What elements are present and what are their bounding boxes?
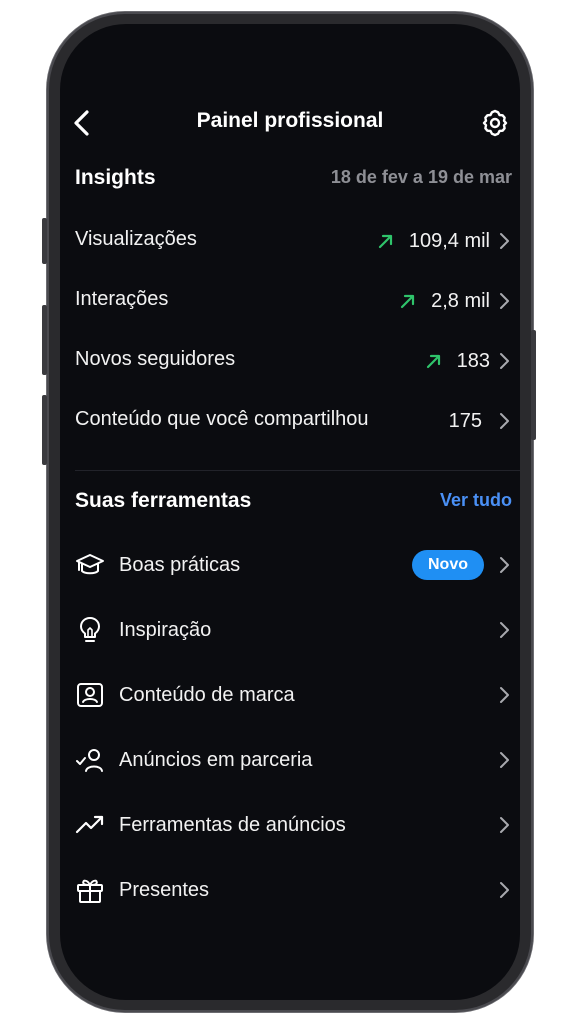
gift-icon	[77, 879, 103, 903]
insight-value: 2,8 mil	[431, 289, 490, 312]
insight-right: 2,8 mil	[399, 286, 512, 316]
chevron-right-icon	[500, 233, 509, 249]
trend-up-arrow-icon	[400, 294, 415, 309]
tool-item-ad-tools[interactable]: Ferramentas de anúncios	[75, 804, 512, 848]
partnership-icon	[76, 749, 103, 772]
graduation-cap-icon	[76, 554, 104, 575]
insight-value: 109,4 mil	[408, 229, 490, 252]
insights-header: Insights 18 de fev a 19 de mar	[75, 166, 512, 196]
tool-label: Inspiração	[119, 619, 212, 641]
insight-label: Visualizações	[75, 228, 197, 250]
tool-item-inspiration[interactable]: Inspiração	[75, 609, 512, 653]
page-title: Painel profissional	[196, 109, 384, 132]
insight-right: 175	[449, 406, 512, 436]
trend-up-arrow-icon	[426, 354, 440, 369]
chevron-right-icon	[500, 882, 509, 898]
tool-label: Ferramentas de anúncios	[119, 814, 346, 836]
chevron-right-icon	[500, 353, 509, 369]
chevron-right-icon	[500, 752, 509, 768]
app-screen: Painel profissional Insights 18 de fev a…	[60, 24, 520, 1000]
tool-right	[496, 680, 512, 710]
insight-row-shared-content[interactable]: Conteúdo que você compartilhou 175	[75, 400, 512, 440]
tool-label: Anúncios em parceria	[119, 749, 313, 771]
tool-right: Novo	[412, 550, 512, 580]
insight-label: Novos seguidores	[75, 348, 236, 370]
chevron-right-icon	[500, 687, 509, 703]
tools-title: Suas ferramentas	[75, 489, 252, 512]
chevron-right-icon	[500, 557, 509, 573]
trend-up-icon	[75, 815, 104, 834]
tool-label: Presentes	[119, 879, 210, 901]
chevron-right-icon	[500, 817, 509, 833]
chevron-right-icon	[500, 413, 509, 429]
phone-side-button-left-1	[42, 218, 47, 264]
tool-right	[496, 615, 512, 645]
insight-row-new-followers[interactable]: Novos seguidores 183	[75, 340, 512, 380]
gear-icon	[482, 109, 508, 137]
new-badge: Novo	[412, 550, 484, 580]
insight-value: 175	[448, 409, 482, 432]
insight-right: 183	[425, 346, 512, 376]
phone-side-button-right	[531, 330, 536, 440]
tool-right	[496, 810, 512, 840]
settings-button[interactable]	[480, 108, 510, 138]
tool-label: Boas práticas	[119, 554, 241, 576]
phone-side-button-left-2	[42, 305, 47, 375]
phone-side-button-left-3	[42, 395, 47, 465]
lightbulb-icon	[80, 617, 100, 642]
tools-header: Suas ferramentas Ver tudo	[75, 489, 512, 519]
section-divider	[75, 470, 520, 471]
insight-label: Conteúdo que você compartilhou	[75, 408, 369, 430]
see-all-link[interactable]: Ver tudo	[440, 490, 512, 511]
top-bar: Painel profissional	[60, 108, 520, 148]
insights-title: Insights	[75, 166, 156, 189]
insights-date-range: 18 de fev a 19 de mar	[330, 167, 512, 187]
tool-item-partnership-ads[interactable]: Anúncios em parceria	[75, 739, 512, 783]
insight-value: 183	[456, 349, 490, 372]
insight-right: 109,4 mil	[377, 226, 512, 256]
trend-up-arrow-icon	[378, 234, 392, 249]
tool-item-gifts[interactable]: Presentes	[75, 869, 512, 913]
chevron-right-icon	[500, 293, 509, 309]
insight-label: Interações	[75, 288, 169, 310]
insight-row-views[interactable]: Visualizações 109,4 mil	[75, 220, 512, 260]
tool-right	[496, 745, 512, 775]
tool-right	[496, 875, 512, 905]
branded-content-icon	[77, 683, 103, 707]
insight-row-interactions[interactable]: Interações 2,8 mil	[75, 280, 512, 320]
chevron-right-icon	[500, 622, 509, 638]
tool-item-branded-content[interactable]: Conteúdo de marca	[75, 674, 512, 718]
tool-label: Conteúdo de marca	[119, 684, 295, 706]
tool-item-best-practices[interactable]: Boas práticas Novo	[75, 544, 512, 588]
